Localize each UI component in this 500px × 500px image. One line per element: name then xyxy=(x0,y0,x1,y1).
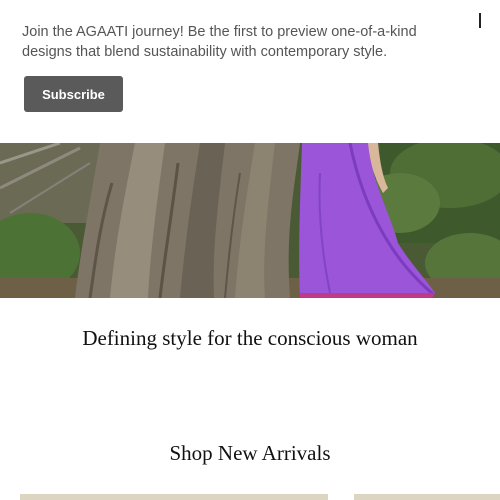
newsletter-popup: Join the AGAATI journey! Be the first to… xyxy=(0,0,500,143)
hero-image xyxy=(0,143,500,298)
popup-message: Join the AGAATI journey! Be the first to… xyxy=(22,24,417,60)
new-arrivals-heading: Shop New Arrivals xyxy=(169,441,331,465)
tagline: Defining style for the conscious woman xyxy=(82,326,418,350)
subscribe-button[interactable]: Subscribe xyxy=(24,76,123,112)
product-card[interactable] xyxy=(20,494,328,500)
close-icon[interactable] xyxy=(477,13,483,29)
product-card[interactable] xyxy=(354,494,500,500)
page: Join the AGAATI journey! Be the first to… xyxy=(0,0,500,500)
